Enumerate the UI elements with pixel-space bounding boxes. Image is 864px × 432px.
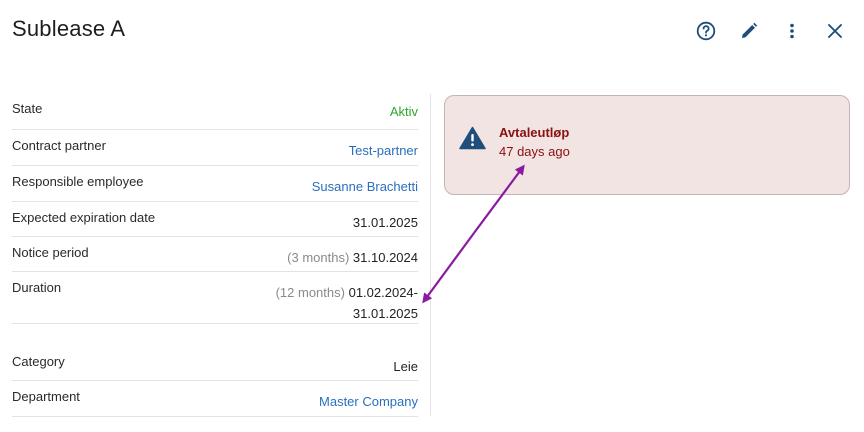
duration-value: (12 months) 01.02.2024- 31.01.2025 xyxy=(276,272,418,324)
help-circle-icon xyxy=(696,21,715,41)
close-button[interactable] xyxy=(813,18,856,44)
notice-period-date: 31.10.2024 xyxy=(352,250,418,265)
notice-period-hint: (3 months) xyxy=(287,250,350,265)
duration-start: 01.02.2024- xyxy=(348,285,418,300)
expiry-alert-card[interactable]: Avtaleutløp 47 days ago xyxy=(444,95,850,195)
page-title: Sublease A xyxy=(12,16,126,41)
detail-row-category: Category Leie xyxy=(12,346,418,381)
duration-label: Duration xyxy=(12,280,62,295)
warning-triangle-icon xyxy=(459,126,486,150)
responsible-employee-link[interactable]: Susanne Brachetti xyxy=(312,166,418,197)
responsible-employee-label: Responsible employee xyxy=(12,174,144,189)
detail-row-notice-period: Notice period (3 months) 31.10.2024 xyxy=(12,237,418,272)
contract-partner-label: Contract partner xyxy=(12,138,106,153)
duration-end: 31.01.2025 xyxy=(352,306,418,321)
department-label: Department xyxy=(12,389,80,404)
header-toolbar xyxy=(684,18,856,44)
help-button[interactable] xyxy=(684,18,727,44)
contract-partner-link[interactable]: Test-partner xyxy=(349,130,418,161)
more-button[interactable] xyxy=(770,18,813,44)
column-divider xyxy=(430,94,431,416)
detail-row-contract-partner: Contract partner Test-partner xyxy=(12,130,418,166)
detail-row-duration: Duration (12 months) 01.02.2024- 31.01.2… xyxy=(12,272,418,324)
state-label: State xyxy=(12,101,43,116)
detail-row-department: Department Master Company xyxy=(12,381,418,417)
edit-button[interactable] xyxy=(727,18,770,44)
notice-period-label: Notice period xyxy=(12,245,89,260)
category-label: Category xyxy=(12,354,65,369)
detail-row-responsible-employee: Responsible employee Susanne Brachetti xyxy=(12,166,418,202)
pencil-icon xyxy=(741,22,757,38)
alert-title: Avtaleutløp xyxy=(499,125,570,140)
details-list: State Aktiv Contract partner Test-partne… xyxy=(12,94,418,417)
close-icon xyxy=(827,24,842,38)
status-badge: Aktiv xyxy=(389,104,418,119)
detail-row-expiration: Expected expiration date 31.01.2025 xyxy=(12,202,418,237)
more-vertical-icon xyxy=(789,23,794,39)
category-value: Leie xyxy=(393,359,418,374)
notice-period-value: (3 months) 31.10.2024 xyxy=(287,237,418,268)
department-link[interactable]: Master Company xyxy=(319,381,418,412)
detail-row-state: State Aktiv xyxy=(12,94,418,130)
expiration-value: 31.01.2025 xyxy=(352,215,418,230)
duration-hint: (12 months) xyxy=(275,285,345,300)
expiration-label: Expected expiration date xyxy=(12,210,156,225)
alert-subtitle: 47 days ago xyxy=(499,144,570,159)
